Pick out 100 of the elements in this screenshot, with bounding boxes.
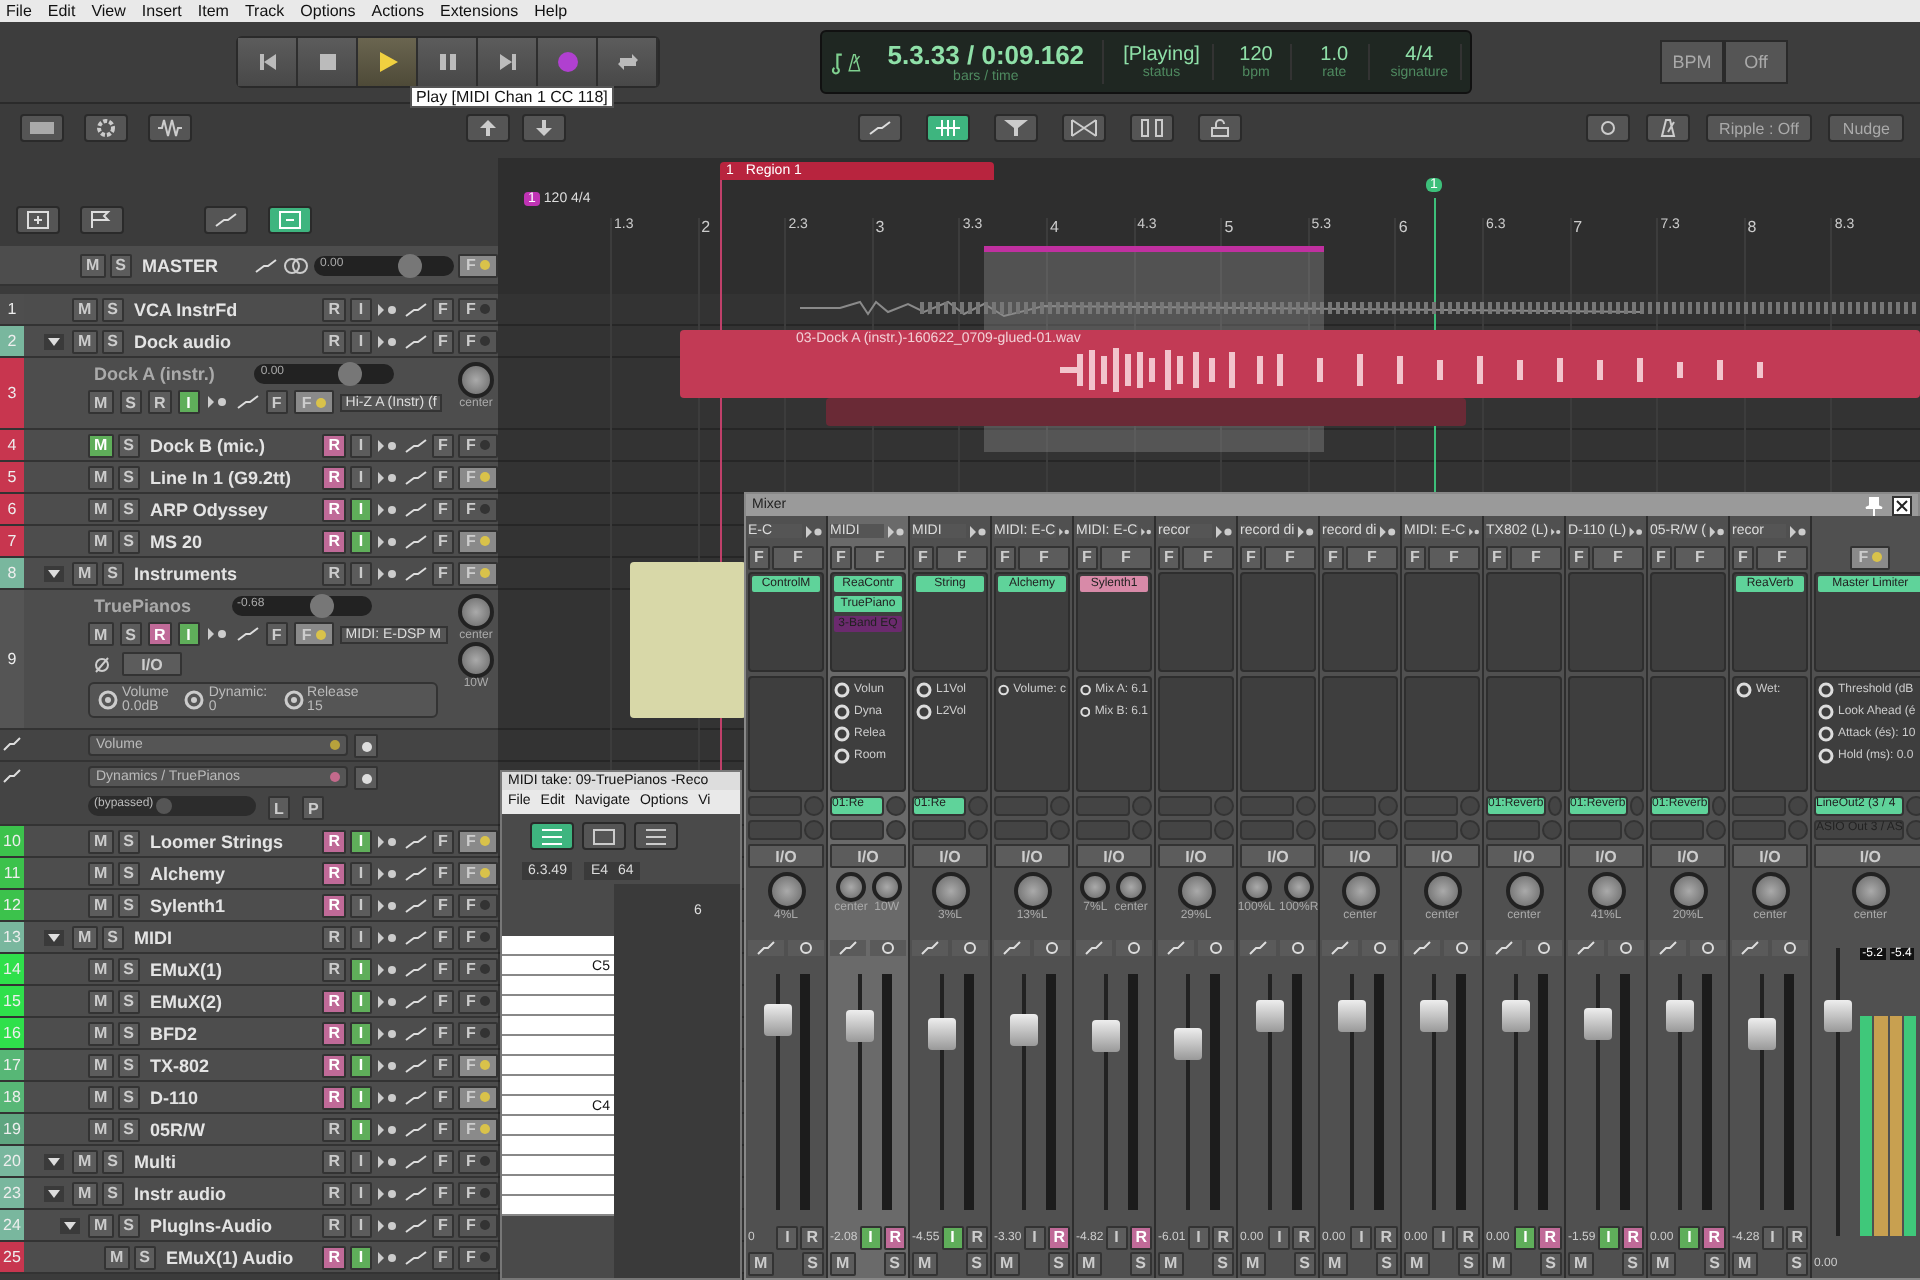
mute-button[interactable]: M	[1322, 1251, 1348, 1275]
record-arm-button[interactable]: R	[1702, 1225, 1726, 1249]
mute-button[interactable]: M	[1404, 1251, 1430, 1275]
menu-item[interactable]: Options	[300, 1, 356, 21]
record-mode-icon[interactable]	[376, 499, 400, 519]
fx-button[interactable]: F	[458, 497, 498, 521]
fx-send-button[interactable]: F	[432, 1085, 454, 1109]
envelope-icon[interactable]	[404, 863, 428, 883]
knob-icon[interactable]	[98, 690, 118, 710]
routing-button[interactable]: I/O	[1240, 844, 1316, 868]
mute-button[interactable]: M	[1076, 1251, 1102, 1275]
mute-button[interactable]: M	[88, 433, 114, 457]
pan-knob[interactable]	[1177, 872, 1215, 910]
input-monitor-button[interactable]: I	[350, 1117, 372, 1141]
track-row[interactable]: 8 M S Instruments R I F F	[0, 558, 498, 590]
fx-button[interactable]: F	[458, 1021, 498, 1045]
solo-button[interactable]: S	[117, 465, 141, 489]
fx-button[interactable]: F	[1756, 545, 1808, 569]
envelope-icon[interactable]	[1732, 939, 1768, 955]
input-monitor-button[interactable]: I	[1105, 1225, 1128, 1249]
fx-send-button[interactable]: F	[1404, 545, 1426, 569]
solo-button[interactable]: S	[1785, 1251, 1808, 1275]
knob-icon[interactable]	[283, 690, 304, 710]
record-arm-button[interactable]: R	[322, 829, 346, 853]
envelope-icon[interactable]	[404, 1247, 428, 1267]
input-monitor-button[interactable]: I	[941, 1225, 964, 1249]
envelope-button[interactable]	[204, 206, 248, 234]
mute-button[interactable]: M	[830, 1251, 856, 1275]
fx-button[interactable]: F	[458, 1245, 498, 1269]
phase-icon[interactable]	[1690, 939, 1726, 955]
input-monitor-button[interactable]: I	[1023, 1225, 1046, 1249]
pin-icon[interactable]	[1864, 495, 1884, 515]
mute-button[interactable]: M	[1240, 1251, 1266, 1275]
record-arm-button[interactable]: R	[322, 1117, 346, 1141]
fx-button[interactable]: F	[1018, 545, 1070, 569]
solo-button[interactable]: S	[101, 329, 125, 353]
record-arm-button[interactable]: R	[1785, 1225, 1809, 1249]
record-arm-button[interactable]: R	[322, 1181, 346, 1205]
fx-button[interactable]: F	[458, 1149, 498, 1173]
mute-button[interactable]: M	[1486, 1251, 1512, 1275]
pan-knob[interactable]	[1116, 872, 1146, 902]
arm-button[interactable]	[354, 766, 378, 790]
fx-send-button[interactable]: F	[265, 390, 288, 414]
envelope-icon[interactable]	[404, 1055, 428, 1075]
track-row[interactable]: 18 M S D-110 R I F F	[0, 1082, 498, 1114]
mute-button[interactable]: M	[88, 497, 114, 521]
record-mode-icon[interactable]	[376, 895, 400, 915]
menu-item[interactable]: Insert	[141, 1, 182, 21]
solo-button[interactable]: S	[119, 390, 143, 414]
record-arm-button[interactable]: R	[322, 957, 346, 981]
solo-button[interactable]: S	[117, 1085, 141, 1109]
mute-button[interactable]: M	[88, 957, 114, 981]
phase-icon[interactable]	[1280, 939, 1316, 955]
list-view-button[interactable]	[530, 822, 574, 850]
envelope-icon[interactable]	[1568, 939, 1604, 955]
phase-icon[interactable]	[788, 939, 824, 955]
wave-button[interactable]	[148, 114, 192, 142]
mute-button[interactable]: M	[88, 1085, 114, 1109]
fx-send-button[interactable]: F	[432, 497, 454, 521]
pan-knob[interactable]	[1505, 872, 1543, 910]
solo-button[interactable]: S	[117, 957, 141, 981]
menu-item[interactable]: Extensions	[439, 1, 519, 21]
knob-icon[interactable]	[998, 682, 1010, 698]
fx-button[interactable]: F	[458, 529, 498, 553]
track-row[interactable]: 12 M S Sylenth1 R I F F	[0, 890, 498, 922]
track-row[interactable]: 6 M S ARP Odyssey R I F F	[0, 494, 498, 526]
folder-toggle-icon[interactable]	[44, 333, 64, 349]
envelope-icon[interactable]	[404, 563, 428, 583]
mute-button[interactable]: M	[72, 1149, 98, 1173]
pan-knob[interactable]	[1851, 872, 1890, 910]
mute-button[interactable]: M	[748, 1251, 774, 1275]
mute-button[interactable]: M	[912, 1251, 938, 1275]
record-arm-button[interactable]: R	[148, 390, 172, 414]
fx-button[interactable]: F	[854, 545, 906, 569]
mute-button[interactable]: M	[88, 1213, 114, 1237]
folder-toggle-icon[interactable]	[44, 565, 64, 581]
flag-button[interactable]	[80, 206, 124, 234]
fx-send-button[interactable]: F	[432, 861, 454, 885]
folder-toggle-icon[interactable]	[44, 1185, 64, 1201]
fx-send-button[interactable]: F	[432, 893, 454, 917]
solo-button[interactable]: S	[101, 925, 125, 949]
input-monitor-button[interactable]: I	[350, 529, 372, 553]
fx-button[interactable]: F	[458, 1181, 498, 1205]
record-arm-button[interactable]: R	[322, 893, 346, 917]
envelope-icon[interactable]	[404, 1183, 428, 1203]
add-track-button[interactable]	[16, 206, 60, 234]
fx-button[interactable]: F	[458, 297, 498, 321]
solo-button[interactable]: S	[101, 1181, 125, 1205]
input-monitor-button[interactable]: I	[350, 433, 372, 457]
knob-icon[interactable]	[184, 690, 205, 710]
off-button[interactable]: Off	[1724, 40, 1788, 84]
fx-send-button[interactable]: F	[432, 561, 454, 585]
phase-icon[interactable]	[1362, 939, 1398, 955]
record-mode-icon[interactable]	[205, 392, 230, 412]
envelope-icon[interactable]	[1076, 939, 1112, 955]
menu-item[interactable]: Track	[244, 1, 285, 21]
mute-button[interactable]: M	[1568, 1251, 1594, 1275]
record-arm-button[interactable]: R	[322, 497, 346, 521]
input-monitor-button[interactable]: I	[1350, 1225, 1373, 1249]
fx-button[interactable]: F	[458, 1053, 498, 1077]
